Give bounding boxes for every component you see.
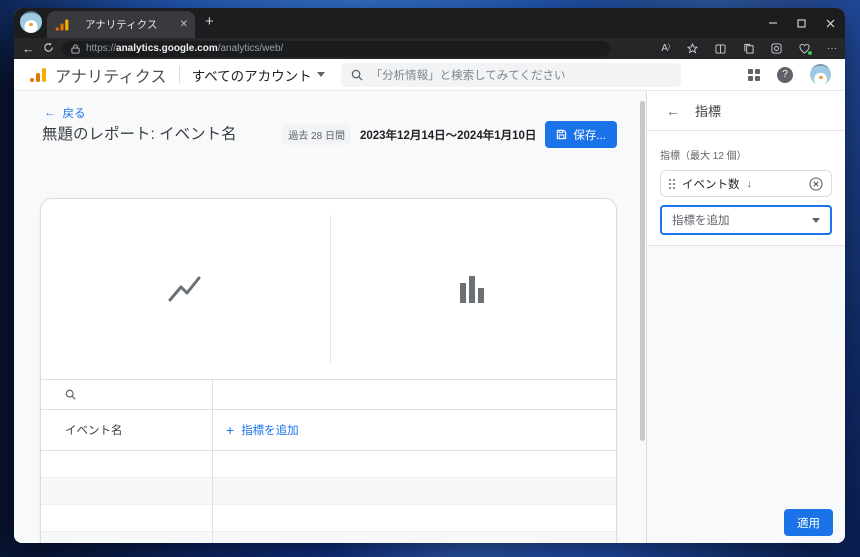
line-chart-icon: [168, 276, 201, 302]
bar-chart-icon: [460, 276, 485, 303]
analytics-favicon: [55, 18, 69, 31]
remove-metric-icon[interactable]: [809, 176, 823, 191]
report-table: イベント名 + 指標を追加: [41, 379, 616, 543]
tab-close-icon[interactable]: ✕: [180, 19, 188, 30]
panel-back-icon[interactable]: ←: [666, 103, 680, 119]
table-row: [41, 478, 616, 505]
table-row: [41, 532, 616, 543]
table-search-field[interactable]: [41, 380, 213, 409]
save-icon: [557, 129, 567, 140]
lock-icon: [71, 44, 80, 53]
address-bar[interactable]: https://analytics.google.com/analytics/w…: [62, 40, 610, 57]
close-button[interactable]: [816, 8, 845, 38]
browser-profile-avatar[interactable]: [20, 10, 42, 33]
minimize-button[interactable]: [758, 8, 787, 38]
nav-back-icon[interactable]: ←: [22, 42, 35, 55]
back-arrow-icon: ←: [44, 107, 56, 119]
metric-limit-label: 指標（最大 12 個）: [660, 151, 747, 162]
browser-toolbar: ← https://analytics.google.com/analytics…: [14, 38, 845, 59]
line-chart-placeholder[interactable]: [41, 199, 329, 379]
date-range[interactable]: 2023年12月14日～2024年1月10日: [360, 127, 536, 143]
browser-essentials-icon[interactable]: [799, 43, 812, 55]
report-card: イベント名 + 指標を追加: [40, 198, 617, 543]
copilot-icon[interactable]: [771, 43, 782, 54]
apps-grid-icon[interactable]: [748, 68, 760, 81]
maximize-button[interactable]: [787, 8, 816, 38]
url-text: https://analytics.google.com/analytics/w…: [86, 43, 284, 54]
ga-app-header: アナリティクス すべてのアカウント 「分析情報」と検索してみてください ?: [14, 59, 845, 91]
drag-handle-icon[interactable]: [669, 178, 675, 189]
account-switcher[interactable]: すべてのアカウント: [192, 65, 325, 85]
metrics-panel: ← 指標 指標（最大 12 個） イベント数 ↓ 指標を追加 適用: [647, 91, 845, 543]
add-metric-placeholder: 指標を追加: [672, 215, 730, 227]
header-divider: [178, 65, 180, 84]
collections-icon[interactable]: [743, 43, 754, 54]
table-row: [41, 451, 616, 478]
table-row: [41, 505, 616, 532]
browser-window: アナリティクス ✕ + ← https://analytics.google.c…: [14, 8, 845, 543]
vertical-scrollbar[interactable]: [640, 101, 645, 441]
back-link[interactable]: ← 戻る: [44, 105, 86, 121]
dropdown-caret-icon: [812, 217, 820, 223]
save-button[interactable]: 保存...: [545, 121, 617, 148]
new-tab-button[interactable]: +: [205, 13, 214, 30]
add-metric-dropdown[interactable]: 指標を追加: [660, 205, 832, 235]
plus-icon: +: [226, 422, 235, 438]
browser-tab[interactable]: アナリティクス ✕: [47, 11, 195, 38]
search-placeholder: 「分析情報」と検索してみてください: [370, 69, 566, 82]
sort-descending-icon: ↓: [746, 177, 753, 190]
metric-chip[interactable]: イベント数 ↓: [660, 170, 832, 197]
report-main-area: ← 戻る 無題のレポート: イベント名 過去 28 日間 2023年12月14日…: [14, 91, 646, 543]
table-search-icon: [65, 389, 76, 400]
refresh-icon[interactable]: [43, 42, 54, 55]
panel-title: 指標: [695, 104, 722, 119]
read-aloud-icon[interactable]: A): [661, 43, 670, 54]
app-brand: アナリティクス: [55, 68, 167, 86]
split-screen-icon[interactable]: [715, 43, 726, 54]
tab-title: アナリティクス: [85, 19, 158, 31]
metric-chip-label: イベント数: [682, 178, 740, 191]
chevron-down-icon: [316, 72, 325, 77]
dimension-column-header[interactable]: イベント名: [65, 422, 123, 438]
browser-titlebar: アナリティクス ✕ +: [14, 8, 845, 38]
favorites-star-icon[interactable]: [687, 43, 698, 54]
page-title: 無題のレポート: イベント名: [42, 126, 237, 143]
analytics-logo-icon: [30, 67, 46, 82]
apply-button[interactable]: 適用: [784, 509, 833, 536]
user-avatar[interactable]: [810, 64, 831, 85]
insights-search-input[interactable]: 「分析情報」と検索してみてください: [340, 62, 681, 87]
add-metric-link[interactable]: + 指標を追加: [226, 422, 299, 438]
date-period-chip: 過去 28 日間: [282, 124, 351, 145]
chart-divider: [330, 215, 331, 363]
search-icon: [351, 69, 363, 81]
more-menu-icon[interactable]: ···: [827, 43, 837, 54]
help-icon[interactable]: ?: [777, 66, 793, 83]
bar-chart-placeholder[interactable]: [329, 199, 617, 379]
